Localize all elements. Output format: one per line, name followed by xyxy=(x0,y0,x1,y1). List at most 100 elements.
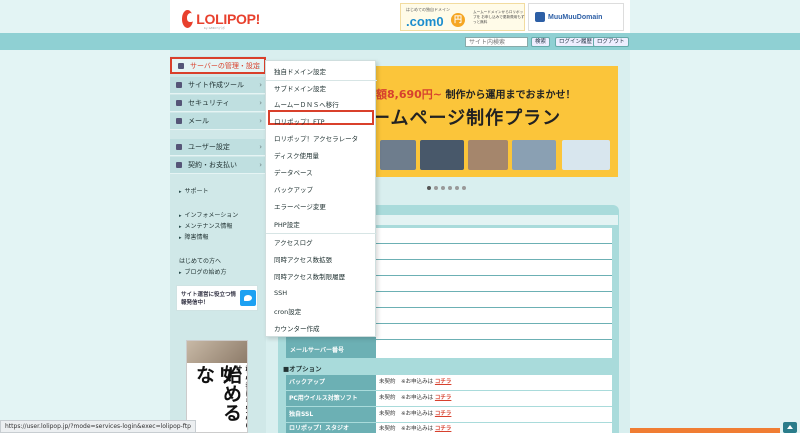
sidebar-item-label: ユーザー設定 xyxy=(188,143,230,151)
sidebar-item-security[interactable]: セキュリティ › xyxy=(170,95,266,112)
mail-icon xyxy=(176,118,182,124)
site-search-input[interactable] xyxy=(465,37,528,47)
sidebar-item-mail[interactable]: メール › xyxy=(170,113,266,130)
arrow-right-icon: ▸ xyxy=(179,235,182,241)
submenu-item-counter[interactable]: カウンター作成 xyxy=(274,323,320,333)
option-note: ※お申込みは xyxy=(401,395,434,401)
sidebar-item-site-tools[interactable]: サイト作成ツール › xyxy=(170,77,266,94)
chevron-right-icon: › xyxy=(259,81,262,89)
arrow-right-icon: ▸ xyxy=(179,213,182,219)
submenu-item-domain[interactable]: 独自ドメイン設定 xyxy=(274,66,326,76)
arrow-right-icon: ▸ xyxy=(179,270,182,276)
sidebar-item-server-settings[interactable]: サーバーの管理・設定 › xyxy=(170,57,266,74)
carousel-dot[interactable] xyxy=(448,186,452,190)
link-label: インフォメーション xyxy=(184,212,239,219)
option-status: 未契約 xyxy=(379,379,396,385)
option-apply-link[interactable]: コチラ xyxy=(435,379,452,385)
top-nav-band xyxy=(0,33,800,50)
chevron-right-icon: › xyxy=(259,161,262,169)
submenu-item-concurrent-ext[interactable]: 同時アクセス数拡張 xyxy=(274,254,332,264)
site-header: LOLIPOP! by GMOペパボ はじめての独自ドメイン .com0 円 ム… xyxy=(170,0,630,36)
right-gutter xyxy=(630,0,800,433)
com0-banner[interactable]: はじめての独自ドメイン .com0 円 ムームードメインからロリポップを お申し… xyxy=(400,3,525,31)
submenu-item-concurrent-history[interactable]: 同時アクセス数制限履歴 xyxy=(274,271,345,281)
submenu-item-accelerator[interactable]: ロリポップ！アクセラレータ xyxy=(274,133,358,143)
table-divider xyxy=(286,339,612,340)
sidebar-link-information[interactable]: ▸ インフォメーション xyxy=(179,210,238,219)
submenu-item-lolipop-ftp[interactable]: ロリポップ！FTP xyxy=(274,116,325,126)
link-label: サポート xyxy=(184,188,209,195)
muumuu-banner[interactable]: MuuMuuDomain xyxy=(528,3,624,31)
search-button-label: 検索 xyxy=(535,39,547,45)
card-icon xyxy=(176,162,182,168)
option-apply-link[interactable]: コチラ xyxy=(435,411,452,417)
muumuu-logo-icon xyxy=(535,12,545,22)
sidebar-link-support[interactable]: ▸ サポート xyxy=(179,186,209,195)
hero-title: ームページ制作プラン xyxy=(376,108,562,129)
option-note: ※お申込みは xyxy=(401,379,434,385)
sidebar-item-label: メール xyxy=(188,117,209,125)
sidebar-item-label: セキュリティ xyxy=(188,99,230,107)
option-status: 未契約 xyxy=(379,411,396,417)
option-apply-link[interactable]: コチラ xyxy=(435,426,452,432)
submenu-item-php[interactable]: PHP設定 xyxy=(274,219,300,229)
hero-image xyxy=(420,140,464,170)
ad-text-line2: 始めるな xyxy=(193,365,242,422)
option-value: 未契約 ※お申込みは コチラ xyxy=(379,423,451,433)
lolipop-logo[interactable]: LOLIPOP! by GMOペパボ xyxy=(182,6,260,32)
sidebar-item-label: サーバーの管理・設定 xyxy=(190,61,260,70)
option-name: PC用ウイルス対策ソフト xyxy=(286,391,376,406)
login-history-button[interactable]: ログイン履歴 xyxy=(555,37,597,47)
submenu-item-access-log[interactable]: アクセスログ xyxy=(274,237,313,247)
sidebar-link-blog-guide[interactable]: ▸ ブログの始め方 xyxy=(179,267,227,276)
submenu-item-ssh[interactable]: SSH xyxy=(274,289,287,297)
submenu-item-muumuu-dns[interactable]: ムームーＤＮＳへ移行 xyxy=(274,99,339,109)
option-heading: ■オプション xyxy=(283,365,322,373)
carousel-dot[interactable] xyxy=(427,186,431,190)
carousel-dot[interactable] xyxy=(441,186,445,190)
submenu-item-database[interactable]: データベース xyxy=(274,167,313,177)
shield-icon xyxy=(176,100,182,106)
submenu-item-error-page[interactable]: エラーページ変更 xyxy=(274,201,326,211)
login-history-label: ログイン履歴 xyxy=(559,39,593,45)
logout-label: ログアウト xyxy=(597,39,625,45)
link-label: 障害情報 xyxy=(184,234,209,241)
hero-image xyxy=(512,140,556,170)
sidebar-link-outage[interactable]: ▸ 障害情報 xyxy=(179,232,209,241)
user-icon xyxy=(176,144,182,150)
option-row-backup: バックアップ 未契約 ※お申込みは コチラ xyxy=(286,375,612,390)
muumuu-text: MuuMuuDomain xyxy=(548,13,603,21)
option-note: ※お申込みは xyxy=(401,426,434,432)
scroll-to-top-icon[interactable] xyxy=(783,422,797,433)
chevron-right-icon: › xyxy=(259,117,262,125)
carousel-dots[interactable] xyxy=(427,186,469,190)
submenu-item-backup[interactable]: バックアップ xyxy=(274,184,313,194)
option-row-studio: ロリポップ！スタジオ 未契約 ※お申込みは コチラ xyxy=(286,423,612,433)
submenu-item-disk-usage[interactable]: ディスク使用量 xyxy=(274,150,319,160)
option-name: ロリポップ！スタジオ xyxy=(286,423,376,433)
logo-text: LOLIPOP! xyxy=(196,11,260,27)
hero-banner[interactable]: 額8,690円~ 制作から運用までおまかせ！ ームページ制作プラン xyxy=(376,66,618,177)
carousel-dot[interactable] xyxy=(455,186,459,190)
sidebar-item-billing[interactable]: 契約・お支払い › xyxy=(170,157,266,174)
option-note: ※お申込みは xyxy=(401,411,434,417)
com0-small-text: はじめての独自ドメイン xyxy=(406,7,450,12)
submenu-item-subdomain[interactable]: サブドメイン設定 xyxy=(274,83,326,93)
sidebar-item-user-settings[interactable]: ユーザー設定 › xyxy=(170,139,266,156)
search-button[interactable]: 検索 xyxy=(531,37,551,47)
option-apply-link[interactable]: コチラ xyxy=(435,395,452,401)
sidebar-item-label: サイト作成ツール xyxy=(188,81,244,89)
sidebar-link-maintenance[interactable]: ▸ メンテナンス情報 xyxy=(179,221,232,230)
hero-image xyxy=(468,140,508,170)
mail-server-label: メールサーバー番号 xyxy=(290,347,344,354)
carousel-dot[interactable] xyxy=(434,186,438,190)
sidebar-link-beginners[interactable]: はじめての方へ xyxy=(179,256,221,265)
twitter-banner[interactable]: サイト運営に役立つ情報発信中！ xyxy=(176,285,258,311)
link-label: はじめての方へ xyxy=(179,258,222,265)
option-row-antivirus: PC用ウイルス対策ソフト 未契約 ※お申込みは コチラ xyxy=(286,391,612,406)
hero-price: 額8,690円~ xyxy=(376,88,443,101)
carousel-dot[interactable] xyxy=(462,186,466,190)
option-status: 未契約 xyxy=(379,395,396,401)
logout-button[interactable]: ログアウト xyxy=(593,37,629,47)
submenu-item-cron[interactable]: cron設定 xyxy=(274,306,301,316)
